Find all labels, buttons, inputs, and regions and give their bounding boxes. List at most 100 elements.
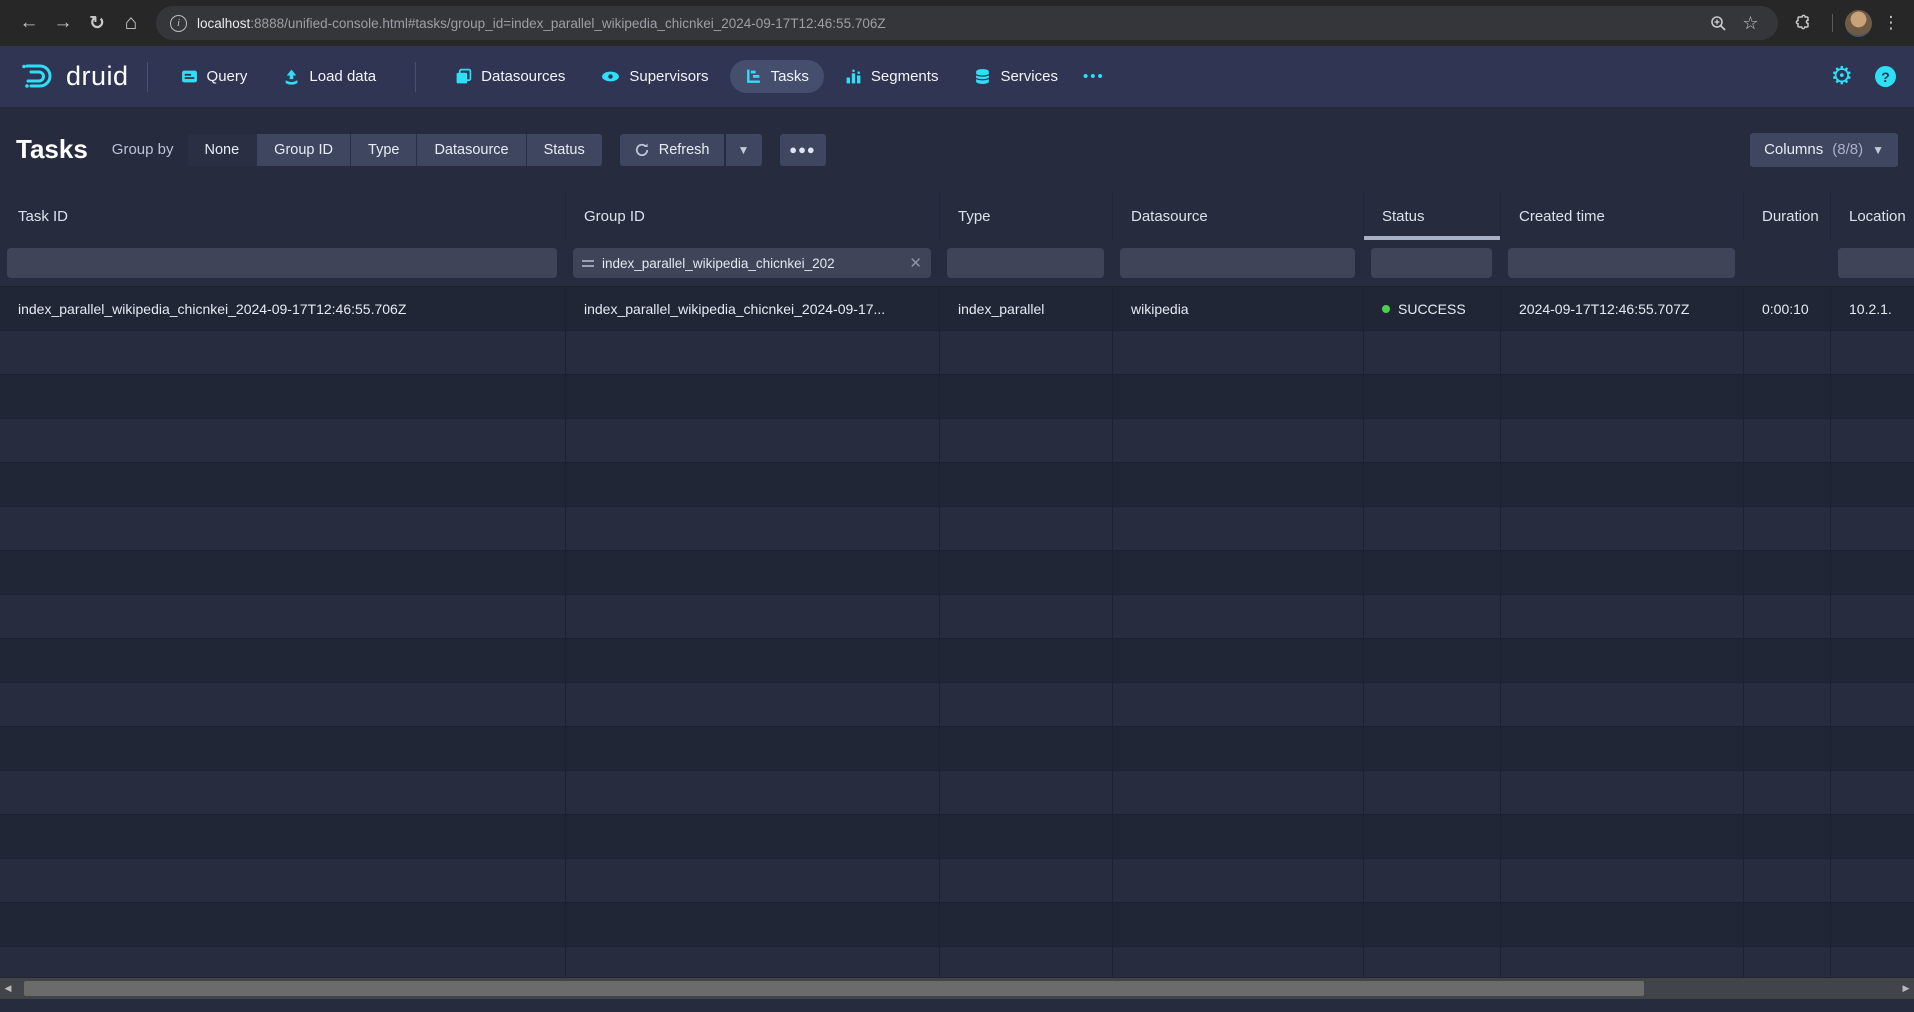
more-actions-button[interactable]: ●●● [780,134,826,166]
empty-cell [0,331,566,374]
cell-created_time[interactable]: 2024-09-17T12:46:55.707Z [1501,287,1744,330]
nav-item-tasks[interactable]: Tasks [730,60,824,93]
empty-cell [0,771,566,814]
empty-table-row [0,331,1914,375]
filter-input-location[interactable] [1838,248,1914,278]
cell-datasource[interactable]: wikipedia [1113,287,1364,330]
columns-button[interactable]: Columns (8/8) ▼ [1750,133,1898,167]
cell-duration[interactable]: 0:00:10 [1744,287,1831,330]
column-header-group_id[interactable]: Group ID [566,192,940,240]
empty-cell [566,507,940,550]
empty-cell [1501,771,1744,814]
empty-cell [940,463,1113,506]
cell-type[interactable]: index_parallel [940,287,1113,330]
group-by-type-button[interactable]: Type [351,134,417,166]
nav-more-button[interactable]: ••• [1073,60,1115,93]
column-header-created_time[interactable]: Created time [1501,192,1744,240]
group-by-none-button[interactable]: None [188,134,258,166]
empty-cell [1501,683,1744,726]
page-footer-gap [0,999,1914,1012]
empty-cell [1831,727,1914,770]
profile-avatar[interactable] [1845,10,1872,37]
bookmark-star-icon[interactable]: ☆ [1738,6,1764,40]
nav-item-segments[interactable]: Segments [830,60,954,93]
empty-cell [566,639,940,682]
nav-item-query[interactable]: Query [166,60,263,93]
refresh-button[interactable]: Refresh [620,134,724,166]
empty-cell [566,727,940,770]
url-text[interactable]: localhost:8888/unified-console.html#task… [197,16,1696,31]
filter-cell-datasource [1113,240,1364,286]
empty-cell [1364,815,1501,858]
empty-cell [0,507,566,550]
nav-item-load-data[interactable]: Load data [268,60,391,93]
cell-task_id[interactable]: index_parallel_wikipedia_chicnkei_2024-0… [0,287,566,330]
cell-group_id[interactable]: index_parallel_wikipedia_chicnkei_2024-0… [566,287,940,330]
empty-cell [1831,375,1914,418]
column-header-status[interactable]: Status [1364,192,1501,240]
divider [1832,14,1834,32]
extensions-icon[interactable] [1786,6,1820,40]
scrollbar-thumb[interactable] [24,981,1644,996]
back-icon[interactable]: ← [12,6,46,40]
empty-cell [566,331,940,374]
filter-input-type[interactable] [947,248,1104,278]
refresh-caret-button[interactable]: ▼ [726,134,762,166]
forward-icon[interactable]: → [46,6,80,40]
browser-menu-icon[interactable]: ⋮ [1880,6,1902,40]
empty-cell [1113,683,1364,726]
scroll-right-arrow[interactable]: ▶ [1898,978,1914,999]
empty-table-row [0,463,1914,507]
help-icon[interactable]: ? [1875,66,1896,87]
zoom-icon[interactable] [1706,6,1732,40]
filter-cell-task_id [0,240,566,286]
tasks-toolbar: Tasks Group by NoneGroup IDTypeDatasourc… [0,107,1914,192]
status-text: SUCCESS [1398,301,1466,317]
reload-icon[interactable]: ↻ [80,6,114,40]
filter-cell-status [1364,240,1501,286]
empty-cell [1113,331,1364,374]
filter-input-group_id[interactable]: index_parallel_wikipedia_chicnkei_202✕ [573,248,931,278]
empty-cell [566,419,940,462]
empty-cell [1364,727,1501,770]
group-by-group-id-button[interactable]: Group ID [257,134,351,166]
druid-logo[interactable]: druid [18,61,129,92]
nav-item-services[interactable]: Services [959,60,1073,93]
table-row[interactable]: index_parallel_wikipedia_chicnkei_2024-0… [0,287,1914,331]
filter-input-task_id[interactable] [7,248,557,278]
column-header-location[interactable]: Location [1831,192,1914,240]
cell-location[interactable]: 10.2.1. [1831,287,1914,330]
site-info-icon[interactable]: i [170,15,187,32]
empty-cell [1113,815,1364,858]
filter-input-datasource[interactable] [1120,248,1355,278]
nav-item-supervisors[interactable]: Supervisors [586,60,723,93]
address-bar[interactable]: i localhost:8888/unified-console.html#ta… [156,6,1778,40]
group-by-status-button[interactable]: Status [527,134,602,166]
horizontal-scrollbar[interactable]: ◀ ▶ [0,977,1914,999]
column-header-duration[interactable]: Duration [1744,192,1831,240]
chevron-down-icon: ▼ [738,143,750,157]
column-header-type[interactable]: Type [940,192,1113,240]
scroll-left-arrow[interactable]: ◀ [0,978,16,999]
empty-cell [1364,639,1501,682]
filter-input-status[interactable] [1371,248,1492,278]
filter-cell-created_time [1501,240,1744,286]
column-header-datasource[interactable]: Datasource [1113,192,1364,240]
home-icon[interactable]: ⌂ [114,6,148,40]
empty-cell [1364,551,1501,594]
nav-item-datasources[interactable]: Datasources [440,60,580,93]
empty-cell [940,947,1113,977]
empty-cell [1364,903,1501,946]
cell-status[interactable]: SUCCESS [1364,287,1501,330]
filter-input-created_time[interactable] [1508,248,1735,278]
column-header-task_id[interactable]: Task ID [0,192,566,240]
empty-table-row [0,683,1914,727]
refresh-icon [634,142,650,158]
nav-item-label: Services [1000,68,1058,85]
empty-cell [1364,771,1501,814]
clear-filter-icon[interactable]: ✕ [909,254,922,272]
empty-cell [940,595,1113,638]
empty-cell [0,683,566,726]
group-by-datasource-button[interactable]: Datasource [417,134,526,166]
settings-gear-icon[interactable]: ⚙ [1831,64,1853,89]
